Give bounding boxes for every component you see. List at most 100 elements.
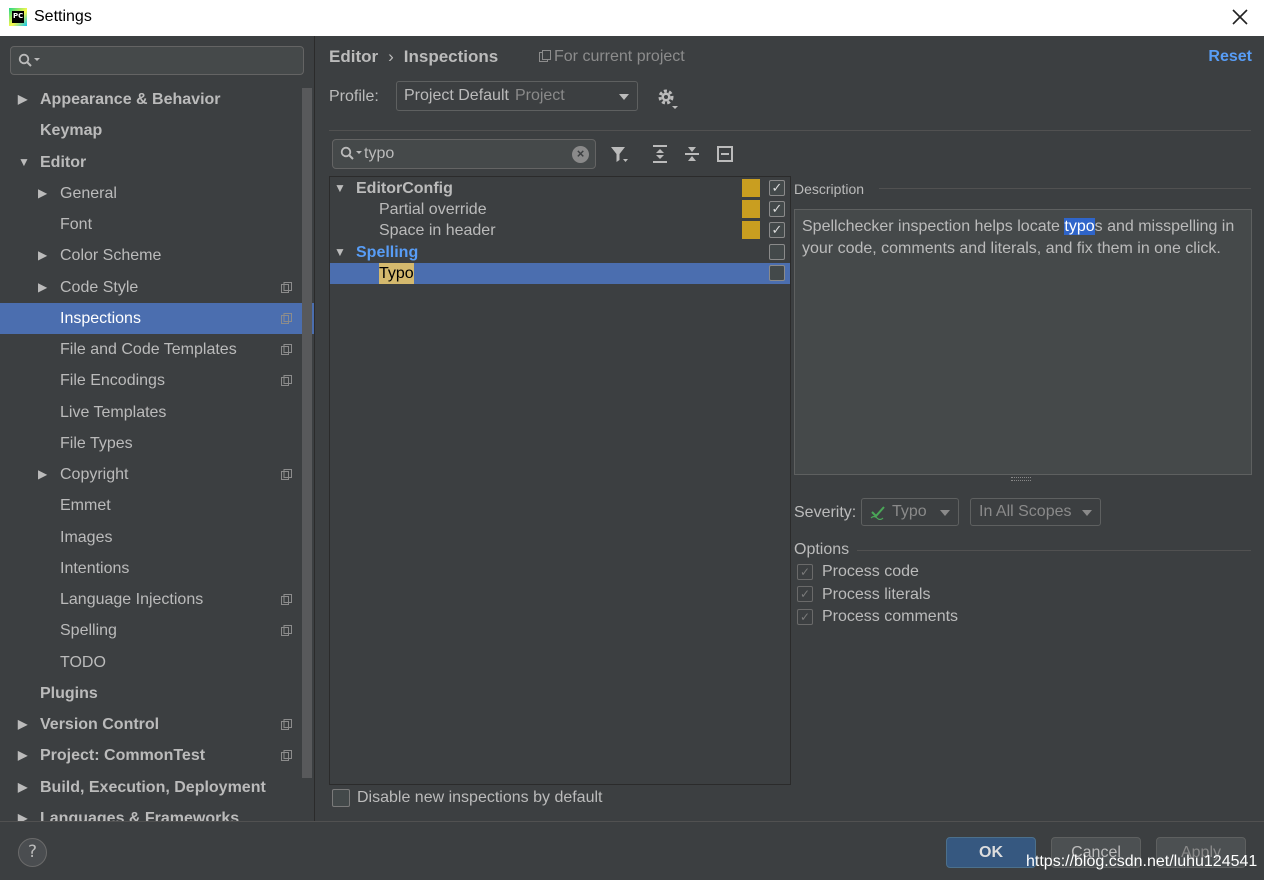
enabled-checkbox[interactable]: [769, 243, 785, 260]
reset-link[interactable]: Reset: [1208, 48, 1252, 66]
gear-icon[interactable]: [655, 86, 679, 110]
sidebar-item-label: General: [60, 184, 117, 202]
project-level-icon: [281, 719, 292, 730]
severity-color-icon: [742, 200, 760, 219]
chevron-down-icon[interactable]: ▼: [18, 147, 30, 178]
disable-new-label: Disable new inspections by default: [357, 789, 603, 807]
chevron-right-icon[interactable]: ▶: [18, 803, 27, 821]
checkbox[interactable]: ✓: [797, 563, 813, 580]
close-icon[interactable]: [1228, 5, 1252, 29]
option-process-code[interactable]: ✓ Process code: [797, 563, 919, 583]
profile-value: Project Default: [404, 87, 509, 104]
sidebar-item-language-injections[interactable]: Language Injections: [0, 584, 302, 615]
option-label: Process comments: [822, 608, 959, 625]
profile-label: Profile:: [329, 88, 379, 105]
tree-row[interactable]: Space in header ✓: [330, 220, 790, 241]
chevron-down-icon: [940, 510, 950, 516]
project-level-icon: [281, 281, 292, 293]
option-process-literals[interactable]: ✓ Process literals: [797, 586, 930, 606]
sidebar-item-label: Build, Execution, Deployment: [40, 778, 266, 796]
project-copy-icon: [539, 50, 551, 62]
breadcrumb-inspections: Inspections: [403, 47, 499, 66]
sidebar-item-label: Color Scheme: [60, 247, 162, 265]
tree-group[interactable]: ▼ Spelling: [330, 242, 790, 263]
dialog-button-bar: ? OK Cancel Apply https://blog.csdn.net/…: [0, 821, 1264, 880]
chevron-down-icon[interactable]: ▼: [334, 242, 346, 263]
scope-dropdown[interactable]: In All Scopes: [970, 498, 1101, 526]
sidebar-item-inspections[interactable]: Inspections: [0, 302, 314, 334]
chevron-right-icon[interactable]: ▶: [38, 240, 47, 271]
sidebar-item-file-encodings[interactable]: File Encodings: [0, 365, 302, 396]
clear-search-icon[interactable]: ×: [572, 146, 589, 163]
sidebar-scrollbar[interactable]: [302, 88, 312, 778]
sidebar-item-images[interactable]: Images: [0, 522, 302, 553]
sidebar-item-file-and-code-templates[interactable]: File and Code Templates: [0, 334, 302, 365]
sidebar-item-build-execution-deployment[interactable]: ▶ Build, Execution, Deployment: [0, 772, 302, 803]
sidebar-item-label: Project: CommonTest: [40, 747, 206, 765]
option-process-comments[interactable]: ✓ Process comments: [797, 608, 958, 628]
description-text: Spellchecker inspection helps locate typ…: [794, 209, 1252, 475]
tree-row-label: EditorConfig: [356, 180, 453, 197]
sidebar-item-label: Code Style: [60, 278, 139, 296]
chevron-right-icon[interactable]: ▶: [18, 709, 27, 740]
tree-row[interactable]: Partial override ✓: [330, 199, 790, 220]
tree-group[interactable]: ▼ EditorConfig ✓: [330, 178, 790, 199]
sidebar-item-editor[interactable]: ▼ Editor: [0, 147, 302, 178]
sidebar-item-color-scheme[interactable]: ▶ Color Scheme: [0, 240, 302, 271]
enabled-checkbox[interactable]: [769, 264, 785, 281]
chevron-right-icon[interactable]: ▶: [38, 459, 47, 490]
sidebar-item-label: Appearance & Behavior: [40, 91, 221, 108]
disable-new-inspections-checkbox[interactable]: Disable new inspections by default: [332, 789, 602, 807]
enabled-checkbox[interactable]: ✓: [769, 180, 785, 196]
tree-row[interactable]: Typo: [330, 262, 790, 284]
sidebar-item-code-style[interactable]: ▶ Code Style: [0, 272, 302, 303]
settings-search-input[interactable]: [10, 46, 304, 75]
project-level-icon: [281, 344, 292, 355]
severity-dropdown[interactable]: Typo: [861, 498, 959, 526]
for-current-project-label: For current project: [539, 48, 685, 66]
sidebar-item-project-commontest[interactable]: ▶ Project: CommonTest: [0, 740, 302, 771]
sidebar-item-live-templates[interactable]: Live Templates: [0, 397, 302, 428]
enabled-checkbox[interactable]: ✓: [769, 201, 785, 218]
checkbox[interactable]: ✓: [797, 608, 813, 625]
ok-button[interactable]: OK: [946, 837, 1036, 868]
breadcrumb-separator: ›: [388, 47, 394, 66]
title-bar: PC Settings: [0, 0, 1264, 36]
chevron-right-icon[interactable]: ▶: [38, 272, 47, 303]
inspection-filter-input[interactable]: typo ×: [332, 139, 596, 169]
profile-scope: Project: [514, 87, 565, 104]
splitter-handle[interactable]: [1011, 477, 1031, 481]
sidebar-item-emmet[interactable]: Emmet: [0, 490, 302, 521]
tree-row-label: Space in header: [379, 222, 496, 240]
help-button[interactable]: ?: [18, 838, 47, 867]
sidebar-item-general[interactable]: ▶ General: [0, 178, 302, 209]
chevron-right-icon[interactable]: ▶: [18, 772, 27, 803]
checkbox[interactable]: ✓: [797, 586, 813, 603]
expand-all-icon[interactable]: [650, 144, 670, 164]
sidebar-item-appearance-behavior[interactable]: ▶ Appearance & Behavior: [0, 84, 302, 115]
sidebar-item-copyright[interactable]: ▶ Copyright: [0, 459, 302, 490]
severity-color-icon: [742, 179, 760, 197]
filter-icon[interactable]: [609, 144, 629, 164]
sidebar-item-label: File Types: [60, 434, 133, 452]
chevron-right-icon[interactable]: ▶: [38, 178, 47, 209]
sidebar-item-plugins[interactable]: Plugins: [0, 678, 302, 709]
sidebar-item-intentions[interactable]: Intentions: [0, 553, 302, 584]
chevron-right-icon[interactable]: ▶: [18, 740, 27, 771]
chevron-right-icon[interactable]: ▶: [18, 84, 27, 115]
sidebar-item-keymap[interactable]: Keymap: [0, 115, 302, 146]
checkbox[interactable]: [332, 789, 350, 807]
reset-to-empty-icon[interactable]: [715, 144, 735, 164]
sidebar-item-font[interactable]: Font: [0, 209, 302, 240]
chevron-down-icon[interactable]: ▼: [334, 178, 346, 199]
profile-dropdown[interactable]: Project Default Project: [396, 81, 638, 111]
sidebar-item-spelling[interactable]: Spelling: [0, 615, 302, 646]
sidebar-item-label: Copyright: [60, 466, 129, 483]
enabled-checkbox[interactable]: ✓: [769, 222, 785, 239]
sidebar-item-file-types[interactable]: File Types: [0, 428, 302, 459]
sidebar-item-todo[interactable]: TODO: [0, 647, 302, 678]
sidebar-item-version-control[interactable]: ▶ Version Control: [0, 709, 302, 740]
sidebar-item-languages-frameworks[interactable]: ▶ Languages & Frameworks: [0, 803, 302, 821]
collapse-all-icon[interactable]: [682, 144, 702, 164]
sidebar-item-label: File and Code Templates: [60, 341, 237, 358]
